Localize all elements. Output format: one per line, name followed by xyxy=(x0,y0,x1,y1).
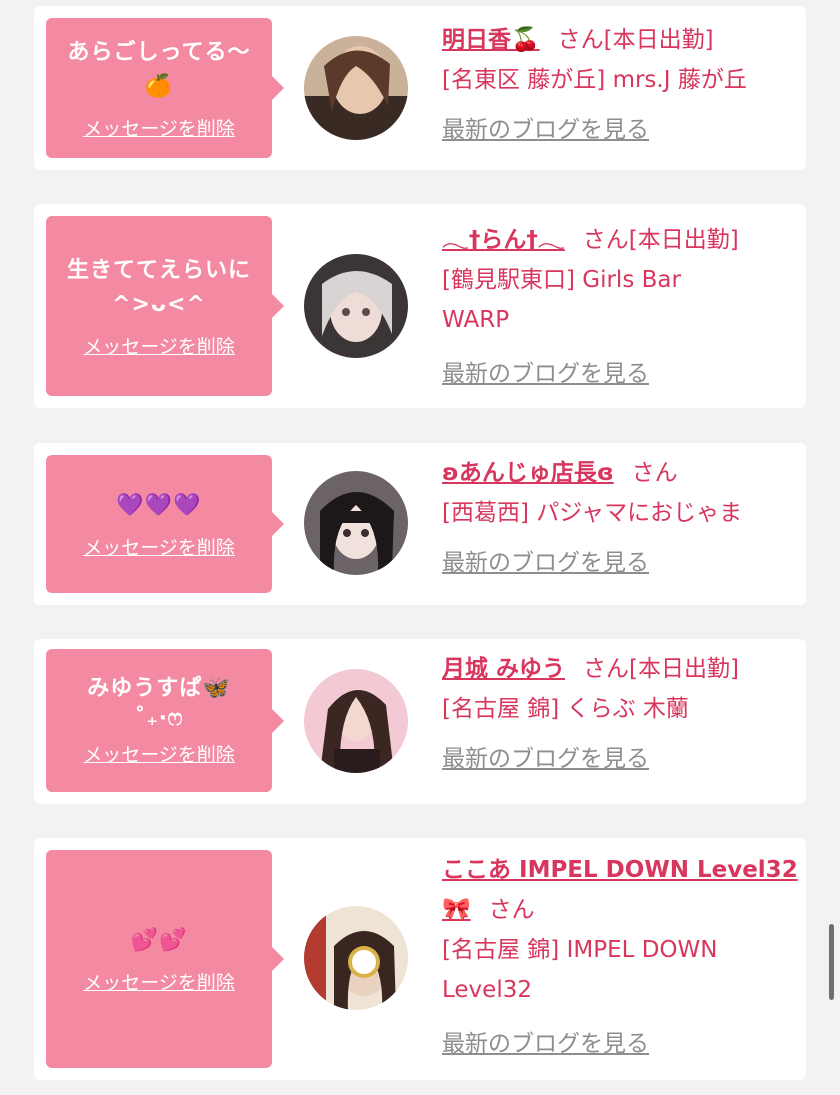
status-badge: [本日出勤] xyxy=(628,227,739,253)
delete-message-link[interactable]: メッセージを削除 xyxy=(83,740,235,767)
avatar[interactable] xyxy=(304,669,408,773)
cast-name-link[interactable]: 明日香🍒 xyxy=(442,27,540,53)
latest-blog-link[interactable]: 最新のブログを見る xyxy=(442,550,649,576)
cast-info: 𓂃†らん†𓂃 さん[本日出勤] [鶴見駅東口] Girls Bar WARP 最新… xyxy=(442,220,798,394)
delete-message-link[interactable]: メッセージを削除 xyxy=(83,533,235,560)
message-card: あらごしってる〜 🍊 メッセージを削除 明日香🍒 さん[本日出勤] [名東区 藤が… xyxy=(34,6,806,170)
cast-name-link[interactable]: ʚあんじゅ店長ɞ xyxy=(442,460,614,486)
message-card: 💜💜💜 メッセージを削除 ʚあんじゅ店長ɞ さん [西葛西] パジャマにおじゃま … xyxy=(34,443,806,605)
shop-location: [名東区 藤が丘] mrs.J 藤が丘 xyxy=(442,67,747,93)
message-card: 💕💕 メッセージを削除 ここあ IMPEL DOWN Level32🎀 さん [名… xyxy=(34,838,806,1080)
message-bubble: 💕💕 メッセージを削除 xyxy=(46,850,284,1068)
shop-location: [名古屋 錦] IMPEL DOWN Level32 xyxy=(442,937,718,1003)
delete-message-link[interactable]: メッセージを削除 xyxy=(83,114,235,141)
avatar[interactable] xyxy=(304,36,408,140)
san-label: さん xyxy=(488,897,535,923)
latest-blog-link[interactable]: 最新のブログを見る xyxy=(442,746,649,772)
avatar[interactable] xyxy=(304,254,408,358)
shop-location: [西葛西] パジャマにおじゃま xyxy=(442,500,743,526)
message-bubble: 💜💜💜 メッセージを削除 xyxy=(46,455,284,593)
avatar[interactable] xyxy=(304,906,408,1010)
cast-info: 月城 みゆう さん[本日出勤] [名古屋 錦] くらぶ 木蘭 最新のブログを見る xyxy=(442,649,798,779)
cast-info: ʚあんじゅ店長ɞ さん [西葛西] パジャマにおじゃま 最新のブログを見る xyxy=(442,453,798,583)
latest-blog-link[interactable]: 最新のブログを見る xyxy=(442,361,649,387)
message-text: 💜💜💜 xyxy=(116,492,202,518)
message-card: 生きててえらいに ^>ᴗ<^ メッセージを削除 𓂃†らん†𓂃 さん[本日出勤] [… xyxy=(34,204,806,408)
cast-info: ここあ IMPEL DOWN Level32🎀 さん [名古屋 錦] IMPEL … xyxy=(442,850,798,1064)
scrollbar[interactable] xyxy=(829,924,834,1000)
shop-location: [名古屋 錦] くらぶ 木蘭 xyxy=(442,696,689,722)
message-bubble: あらごしってる〜 🍊 メッセージを削除 xyxy=(46,18,284,158)
latest-blog-link[interactable]: 最新のブログを見る xyxy=(442,117,649,143)
status-badge: [本日出勤] xyxy=(629,656,739,682)
message-bubble: みゆうすぱ🦋 ˚₊‧ෆ メッセージを削除 xyxy=(46,649,284,792)
cast-info: 明日香🍒 さん[本日出勤] [名東区 藤が丘] mrs.J 藤が丘 最新のブログを… xyxy=(442,20,798,150)
shop-location: [鶴見駅東口] Girls Bar WARP xyxy=(442,267,681,333)
message-text: 💕💕 xyxy=(130,927,188,953)
delete-message-link[interactable]: メッセージを削除 xyxy=(83,332,235,359)
avatar[interactable] xyxy=(304,471,408,575)
cast-name-link[interactable]: 月城 みゆう xyxy=(442,656,565,682)
cast-name-link[interactable]: 𓂃†らん†𓂃 xyxy=(442,227,565,253)
message-text: あらごしってる〜 🍊 xyxy=(67,39,251,99)
latest-blog-link[interactable]: 最新のブログを見る xyxy=(442,1031,649,1057)
san-label: さん xyxy=(557,27,604,53)
message-card: みゆうすぱ🦋 ˚₊‧ෆ メッセージを削除 月城 みゆう さん[本日出勤] [名古屋… xyxy=(34,639,806,804)
message-text: 生きててえらいに ^>ᴗ<^ xyxy=(66,257,251,317)
status-badge: [本日出勤] xyxy=(603,27,714,53)
san-label: さん xyxy=(582,227,629,253)
message-bubble: 生きててえらいに ^>ᴗ<^ メッセージを削除 xyxy=(46,216,284,396)
message-text: みゆうすぱ🦋 ˚₊‧ෆ xyxy=(87,676,231,731)
delete-message-link[interactable]: メッセージを削除 xyxy=(83,968,235,995)
san-label: さん xyxy=(631,460,678,486)
san-label: さん xyxy=(583,656,630,682)
